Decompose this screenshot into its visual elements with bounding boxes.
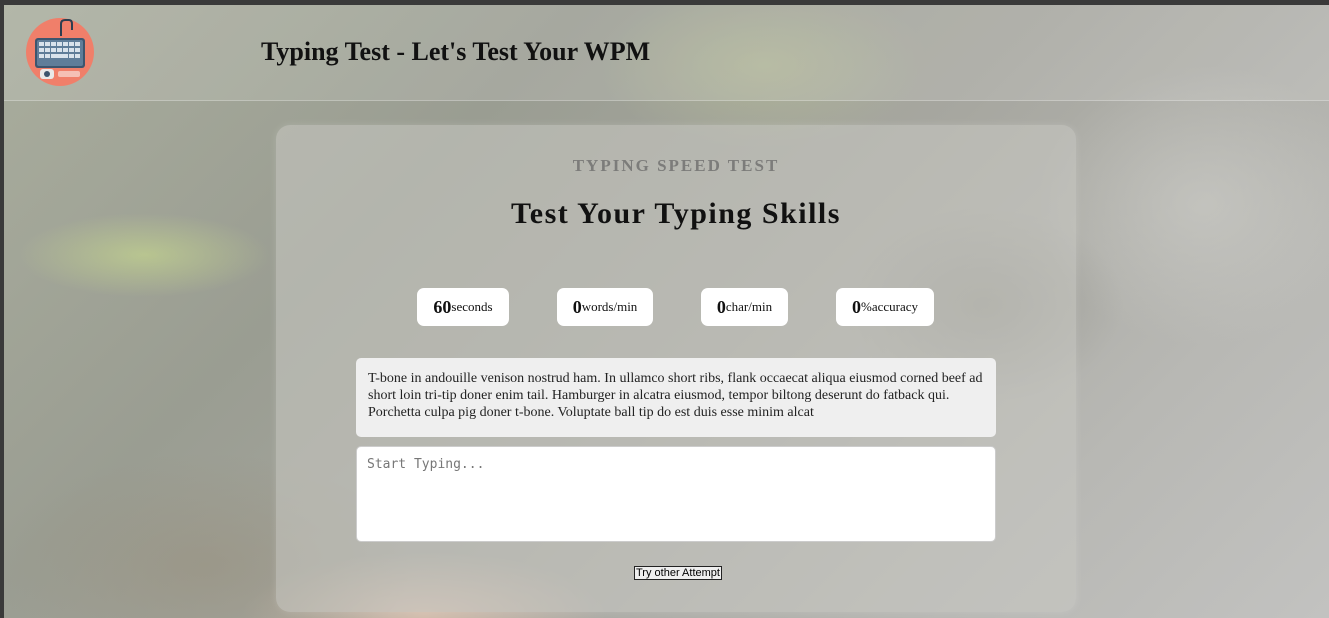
try-other-attempt-button[interactable]: Try other Attempt — [634, 566, 722, 580]
stat-cpm-value: 0 — [716, 296, 726, 317]
card-heading: Test Your Typing Skills — [511, 197, 841, 230]
keyboard-logo-icon[interactable] — [26, 18, 94, 86]
page-background: Typing Test - Let's Test Your WPM TYPING… — [4, 5, 1329, 618]
stat-char-per-min: 0 char/min — [701, 288, 788, 326]
stat-accuracy: 0 %accuracy — [836, 288, 934, 326]
stat-seconds: 60 seconds — [417, 288, 509, 326]
typing-quote: T-bone in andouille venison nostrud ham.… — [356, 358, 996, 437]
stat-words-per-min: 0 words/min — [557, 288, 653, 326]
stat-seconds-unit: seconds — [451, 299, 493, 314]
card-eyebrow: TYPING SPEED TEST — [572, 156, 780, 175]
stat-cpm-unit: char/min — [725, 299, 773, 314]
page-title: Typing Test - Let's Test Your WPM — [261, 37, 651, 66]
site-header: Typing Test - Let's Test Your WPM — [4, 5, 1329, 101]
typing-input[interactable] — [356, 446, 996, 542]
stat-wpm-value: 0 — [572, 296, 582, 317]
stat-accuracy-unit: %accuracy — [860, 299, 918, 314]
stat-accuracy-value: 0 — [851, 296, 861, 317]
stat-wpm-unit: words/min — [581, 299, 638, 314]
typing-test-card: TYPING SPEED TEST Test Your Typing Skill… — [276, 125, 1076, 612]
stat-seconds-value: 60 — [433, 296, 452, 317]
